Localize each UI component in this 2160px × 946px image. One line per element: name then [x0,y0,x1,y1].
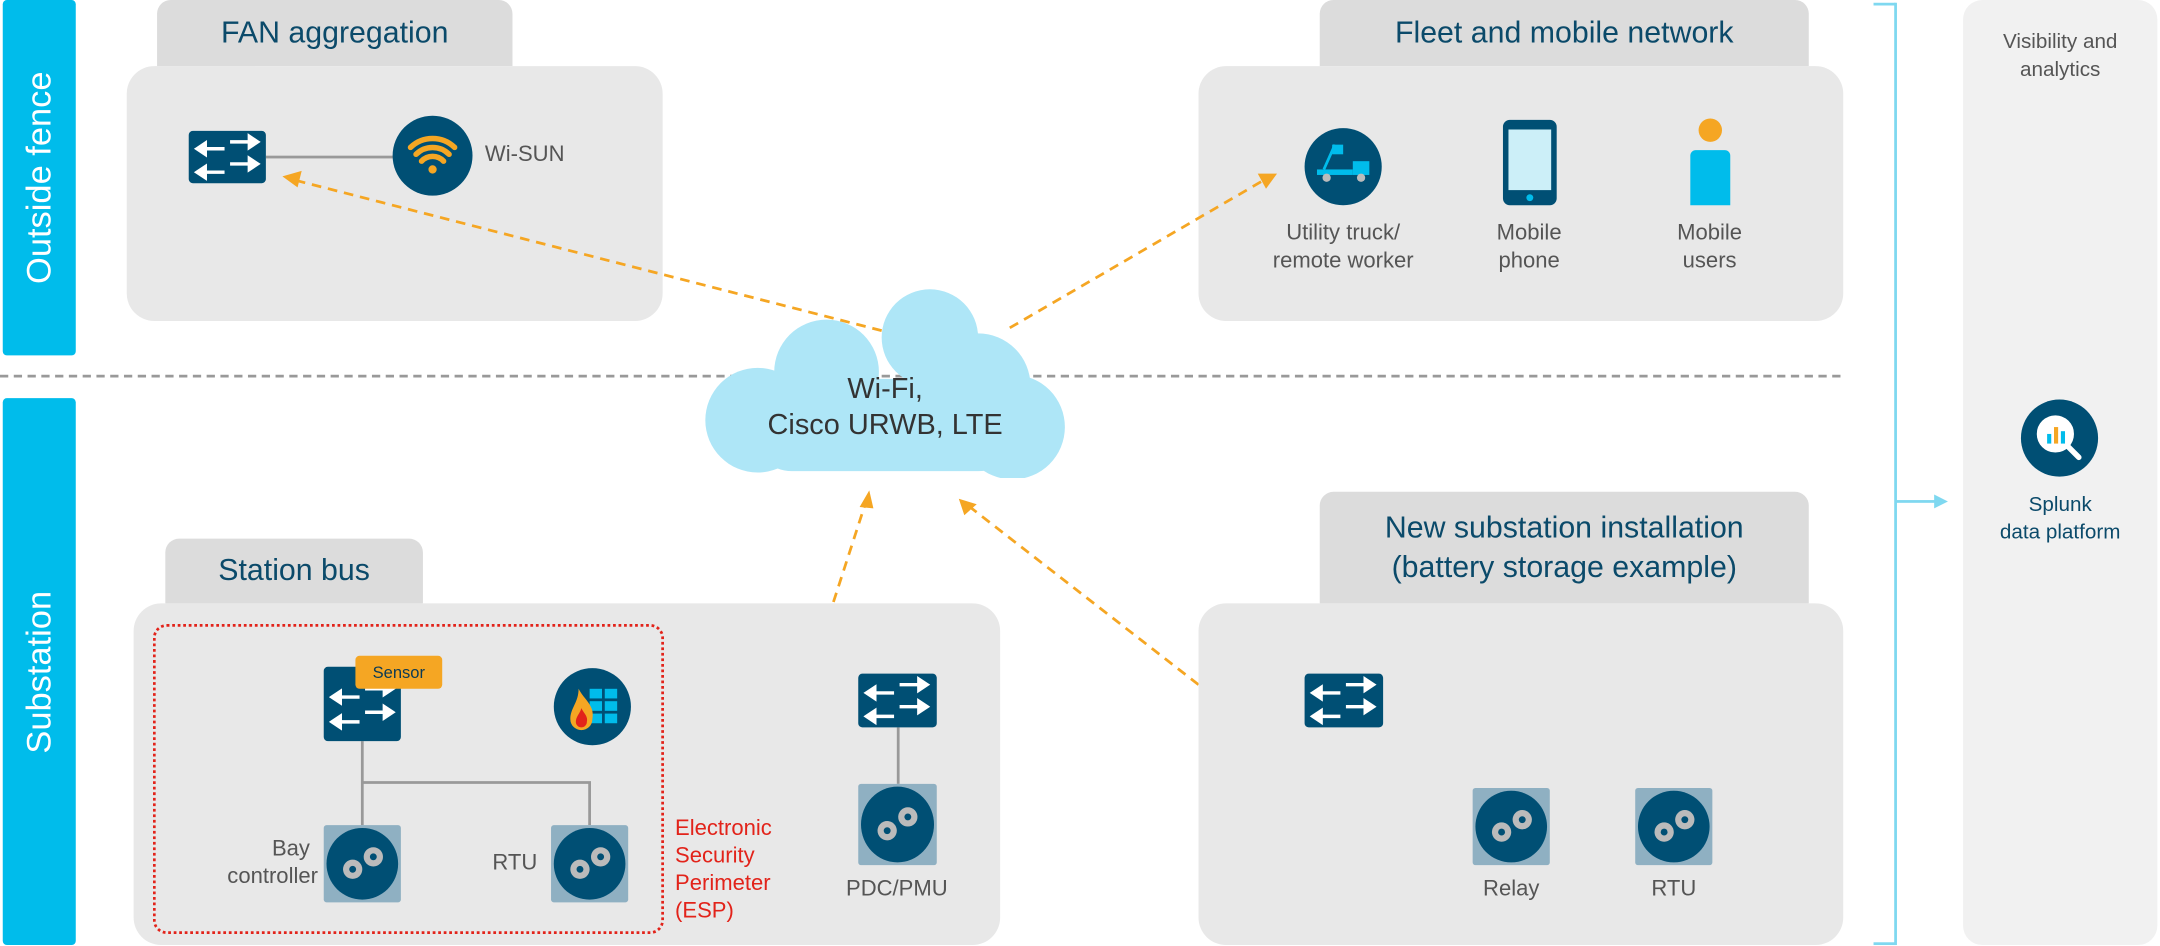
switch-icon [858,673,937,728]
relay-label: Relay [1483,877,1540,901]
relay-icon [1472,787,1550,866]
splunk-search-icon [2020,399,2099,477]
pdc-pmu-icon [858,783,937,866]
rtu-label: RTU [1651,877,1697,901]
switch-icon [1304,673,1384,728]
rtu-label: RTU [492,851,538,875]
bay-controller-icon [323,825,401,903]
analytics-title: Visibility and analytics [2002,30,2118,82]
rtu-icon [551,825,629,903]
new-substation-title: New substation installation (battery stor… [1319,491,1809,604]
pdc-pmu-label: PDC/PMU [845,877,948,901]
bay-controller-label: Bay controller [227,837,318,889]
rtu-icon [1635,787,1713,866]
firewall-icon [553,668,631,746]
esp-label: Electronic Security Perimeter (ESP) [675,816,772,923]
splunk-label: Splunk data platform [1999,493,2121,545]
sensor-badge: Sensor [355,655,443,689]
